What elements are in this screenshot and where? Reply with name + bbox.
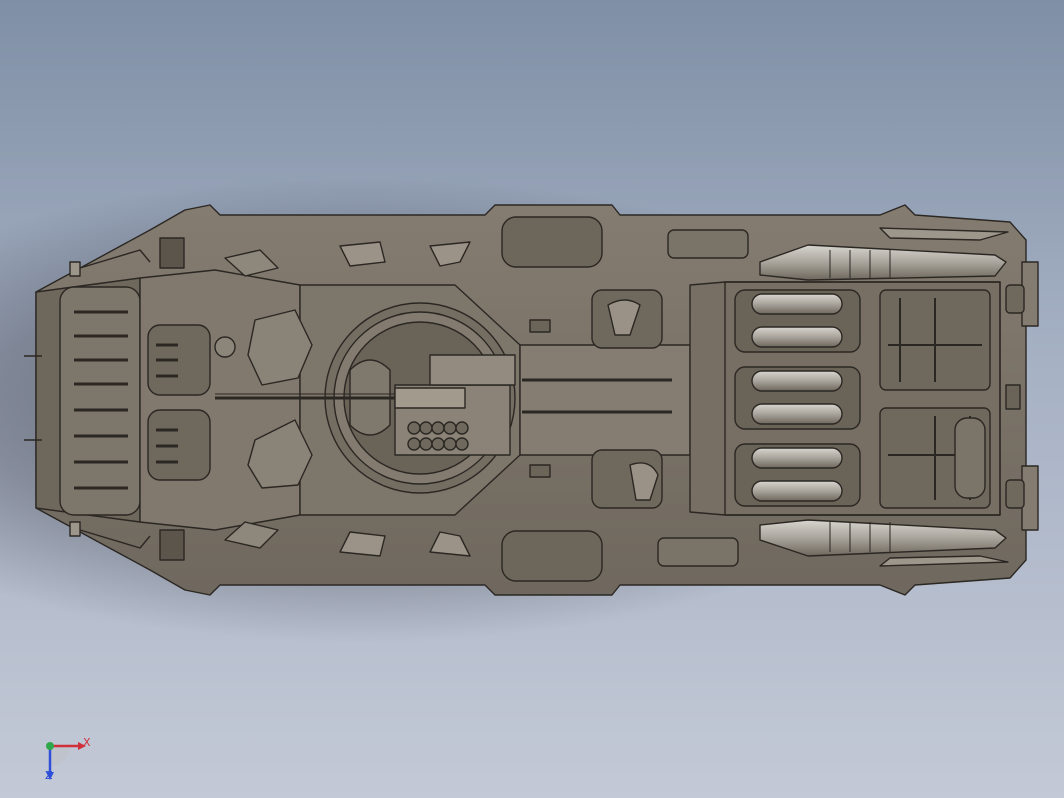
- rear-light: [1005, 384, 1021, 410]
- periscope-top: [214, 336, 236, 358]
- vehicle-model-top-view[interactable]: [0, 0, 1064, 798]
- y-axis-dot: [46, 742, 54, 750]
- sight-block: [394, 387, 466, 409]
- side-box-front-right: [159, 529, 185, 561]
- bow-frame: [59, 286, 141, 516]
- vent-top: [529, 319, 551, 333]
- tool-box-bottom: [657, 537, 739, 567]
- side-door-bottom: [501, 530, 603, 582]
- gun-mantlet: [429, 354, 516, 386]
- vent-bottom: [529, 464, 551, 478]
- side-door-top: [501, 216, 603, 268]
- engine-louvers: [734, 289, 861, 507]
- headlamp-right: [69, 521, 81, 537]
- driver-plate: [139, 269, 301, 531]
- tool-box-top: [667, 229, 749, 259]
- troop-deck: [519, 344, 691, 456]
- x-axis-label: X: [83, 736, 91, 749]
- z-axis-label: Z: [45, 769, 53, 782]
- graphics-viewport[interactable]: X Z: [0, 0, 1064, 798]
- side-box-front-left: [159, 237, 185, 269]
- headlamp-left: [69, 261, 81, 277]
- exhaust-cover: [954, 417, 986, 499]
